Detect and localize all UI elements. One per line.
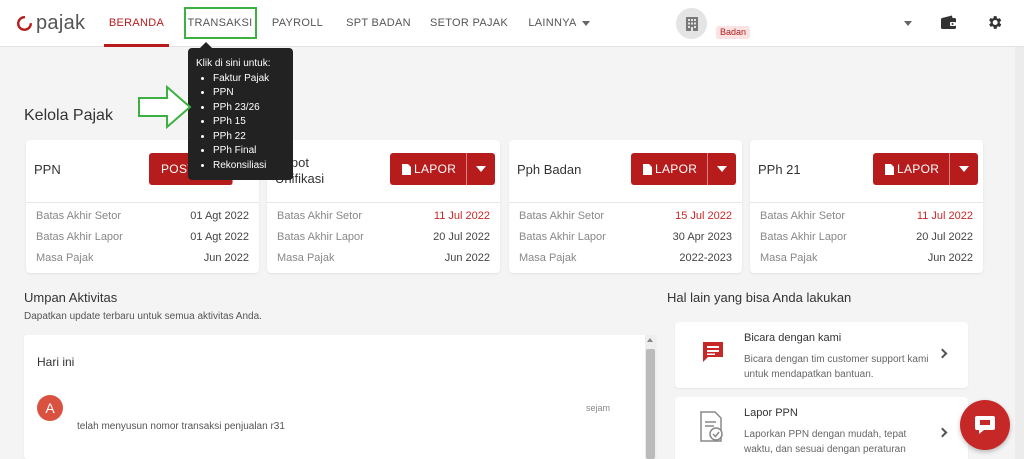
top-navbar: pajak BERANDA TRANSAKSI PAYROLL SPT BADA… (0, 0, 1024, 47)
wallet-icon[interactable] (940, 15, 957, 30)
tooltip-item: PPh 22 (213, 130, 285, 145)
document-check-icon (700, 411, 723, 442)
tax-card-pph-21: PPh 21 LAPOR Batas Akhir Setor 11 Jul 202… (750, 140, 983, 273)
lapor-dropdown-toggle[interactable] (708, 153, 736, 185)
brand-logo[interactable]: pajak (16, 12, 85, 35)
chevron-down-icon[interactable] (904, 21, 912, 26)
row-batas-lapor: Batas Akhir Lapor 01 Agt 2022 (36, 231, 249, 243)
nav-spt-badan[interactable]: SPT BADAN (341, 0, 416, 47)
activity-heading: Umpan Aktivitas (24, 290, 118, 305)
kelola-pajak-heading: Kelola Pajak (24, 107, 113, 124)
chevron-down-icon (581, 20, 590, 26)
feed-entry-time: sejam (586, 403, 611, 413)
document-icon (885, 163, 894, 175)
tax-card-bupot-unifikasi: Bupot Unifikasi LAPOR Batas Akhir Setor1… (267, 140, 500, 273)
chevron-down-icon (717, 166, 728, 172)
action-description: Bicara dengan tim customer support kami … (744, 354, 929, 380)
tooltip-item: PPh 23/26 (213, 101, 285, 116)
chevron-down-icon (959, 166, 970, 172)
tooltip-item: PPh Final (213, 144, 285, 159)
row-masa-pajak: Masa Pajak Jun 2022 (36, 252, 249, 264)
chat-bubble-icon (975, 416, 995, 434)
row-masa-pajak: Masa Pajak Jun 2022 (760, 252, 973, 264)
tooltip-item: Faktur Pajak (213, 72, 285, 87)
gear-icon[interactable] (986, 14, 1003, 31)
document-icon (643, 163, 652, 175)
chat-fab-button[interactable] (960, 400, 1010, 450)
tax-card-pph-badan: Pph Badan LAPOR Batas Akhir Setor 15 Jul … (509, 140, 742, 273)
tooltip-item: Rekonsiliasi (213, 159, 285, 174)
chevron-right-icon (937, 348, 948, 359)
logo-text: pajak (36, 12, 86, 34)
feed-entry-text: telah menyusun nomor transaksi penjualan… (77, 421, 285, 432)
scroll-up-icon[interactable] (647, 338, 653, 342)
building-icon (685, 16, 698, 31)
feed-scroll-thumb[interactable] (646, 349, 655, 459)
feed-day-label: Hari ini (37, 355, 75, 369)
card-title: Pph Badan (517, 162, 582, 177)
action-title: Bicara dengan kami (744, 332, 842, 344)
lapor-button[interactable]: LAPOR (631, 153, 737, 185)
action-description: Laporkan PPN dengan mudah, tepat waktu, … (744, 429, 907, 455)
document-icon (402, 163, 411, 175)
row-batas-setor: Batas Akhir Setor 01 Agt 2022 (36, 210, 249, 222)
tooltip-item: PPh 15 (213, 115, 285, 130)
nav-beranda[interactable]: BERANDA (104, 0, 169, 47)
row-batas-setor: Batas Akhir Setor 15 Jul 2022 (519, 210, 732, 222)
row-batas-setor: Batas Akhir Setor 11 Jul 2022 (760, 210, 973, 222)
nav-lainnya-label: LAINNYA (528, 17, 577, 29)
row-batas-setor: Batas Akhir Setor 11 Jul 2022 (277, 210, 490, 222)
tooltip-heading: Klik di sini untuk: (196, 58, 271, 69)
row-batas-lapor: Batas Akhir Lapor 20 Jul 2022 (277, 231, 490, 243)
row-batas-lapor: Batas Akhir Lapor 30 Apr 2023 (519, 231, 732, 243)
lapor-dropdown-toggle[interactable] (950, 153, 978, 185)
avatar: A (37, 395, 63, 421)
row-masa-pajak: Masa Pajak Jun 2022 (277, 252, 490, 264)
activity-subtitle: Dapatkan update terbaru untuk semua akti… (24, 311, 262, 322)
company-avatar[interactable] (676, 8, 707, 39)
chevron-right-icon (937, 427, 948, 438)
tooltip-list: Faktur Pajak PPN PPh 23/26 PPh 15 PPh 22… (213, 72, 285, 174)
card-title: PPh 21 (758, 162, 801, 177)
lapor-button[interactable]: LAPOR (390, 153, 496, 185)
company-type-badge: Badan (716, 26, 751, 39)
tooltip-item: PPN (213, 86, 285, 101)
logo-mark-icon (16, 15, 33, 32)
feed-scrollbar[interactable] (645, 335, 656, 459)
chevron-down-icon (476, 166, 487, 172)
row-masa-pajak: Masa Pajak 2022-2023 (519, 252, 732, 264)
nav-payroll[interactable]: PAYROLL (264, 0, 331, 47)
chat-icon (703, 342, 723, 362)
nav-setor-pajak[interactable]: SETOR PAJAK (428, 0, 510, 47)
action-card-bicara[interactable]: Bicara dengan kami Bicara dengan tim cus… (675, 322, 968, 388)
transaksi-highlight-box (184, 7, 257, 39)
other-actions-heading: Hal lain yang bisa Anda lakukan (667, 290, 852, 305)
action-title: Lapor PPN (744, 407, 798, 419)
card-title: PPN (34, 162, 61, 177)
green-arrow-icon (138, 85, 192, 129)
transaksi-tooltip: Klik di sini untuk: Faktur Pajak PPN PPh… (188, 42, 293, 180)
row-batas-lapor: Batas Akhir Lapor 20 Jul 2022 (760, 231, 973, 243)
action-card-lapor-ppn[interactable]: Lapor PPN Laporkan PPN dengan mudah, tep… (675, 397, 968, 459)
page-scrollbar[interactable] (1015, 47, 1024, 459)
lapor-dropdown-toggle[interactable] (467, 153, 495, 185)
activity-feed: Hari ini A telah menyusun nomor transaks… (24, 335, 656, 459)
nav-lainnya[interactable]: LAINNYA (524, 0, 594, 47)
lapor-button[interactable]: LAPOR (873, 153, 979, 185)
